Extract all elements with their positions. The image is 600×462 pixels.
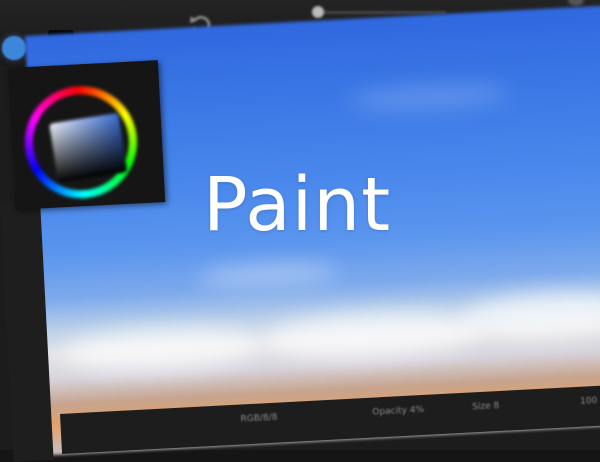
device-screen: RGB/8/8 Opacity 4% Size 8 100 Paint <box>0 0 600 462</box>
color-swatch-icon[interactable] <box>2 36 26 60</box>
app-title: Paint <box>203 162 392 248</box>
cloud-stroke <box>197 259 339 290</box>
hue-ring[interactable] <box>22 83 140 202</box>
cloud-stroke <box>459 289 600 341</box>
color-picker-center <box>30 91 132 193</box>
opacity-label: Opacity 4% <box>372 404 425 418</box>
sky-highlight <box>348 80 510 114</box>
saturation-value-square[interactable] <box>49 112 128 184</box>
slider-handle[interactable] <box>312 6 324 18</box>
color-mode-label: RGB/8/8 <box>240 412 278 425</box>
brush-size-slider[interactable] <box>316 11 446 14</box>
cloud-stroke <box>60 324 263 375</box>
cloud-stroke <box>260 307 483 364</box>
menu-icon[interactable] <box>568 0 584 6</box>
zoom-label: 100 <box>579 395 598 407</box>
size-label: Size 8 <box>471 401 500 413</box>
color-picker-panel <box>8 60 166 210</box>
